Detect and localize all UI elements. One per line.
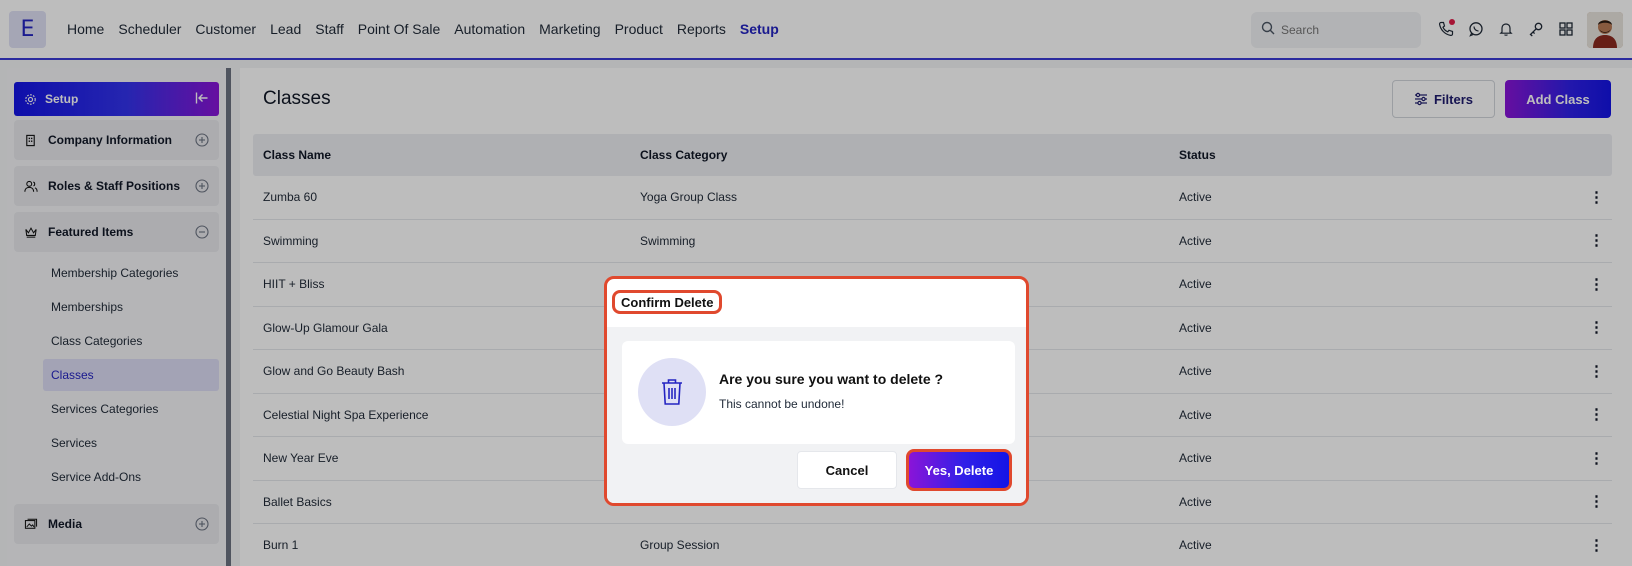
yes-delete-button[interactable]: Yes, Delete bbox=[906, 449, 1012, 491]
trash-icon bbox=[638, 358, 706, 426]
dialog-message-card: Are you sure you want to delete ? This c… bbox=[622, 341, 1015, 444]
cancel-button[interactable]: Cancel bbox=[797, 451, 897, 489]
dialog-body: Are you sure you want to delete ? This c… bbox=[607, 327, 1026, 503]
dialog-title: Confirm Delete bbox=[612, 290, 723, 314]
dialog-question: Are you sure you want to delete ? bbox=[719, 371, 944, 387]
confirm-delete-dialog: Confirm Delete Are you sure you want to … bbox=[604, 276, 1029, 506]
dialog-subtext: This cannot be undone! bbox=[719, 397, 845, 411]
